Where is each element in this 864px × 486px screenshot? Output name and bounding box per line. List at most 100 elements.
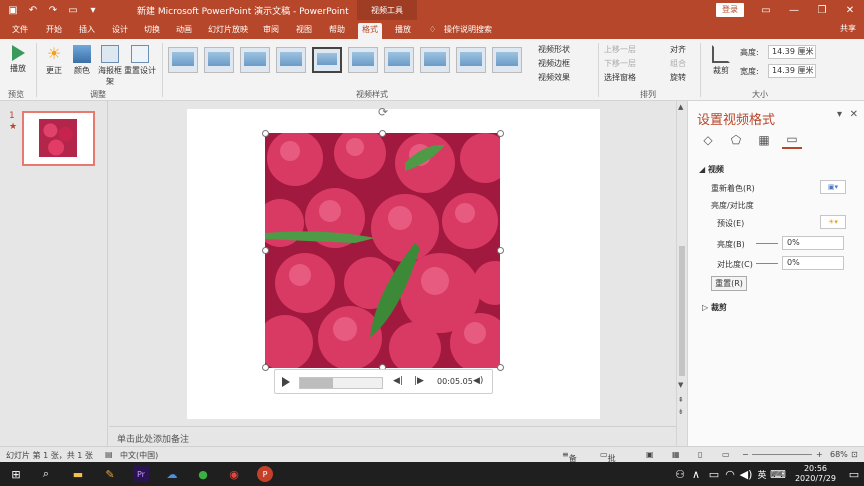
zoom-out-icon[interactable]: − [742,450,749,459]
video-style-thumb[interactable] [168,47,198,73]
tray-expand-icon[interactable]: ∧ [688,466,704,482]
resize-handle[interactable] [262,247,269,254]
brightness-slider[interactable] [756,243,778,244]
ime-indicator[interactable]: 英 [754,466,770,482]
paint-icon[interactable]: ✎ [102,466,118,482]
selection-pane-button[interactable]: 选择窗格 [604,72,636,83]
video-style-thumb[interactable] [384,47,414,73]
battery-icon[interactable]: ▭ [706,466,722,482]
video-style-thumb[interactable] [456,47,486,73]
scroll-down-icon[interactable]: ▼ [678,381,683,389]
contrast-input[interactable]: 0% [782,256,844,270]
vertical-scrollbar[interactable]: ▲ ▼ ⇞ ⇟ [676,101,686,446]
correct-button[interactable]: ☀ 更正 [42,45,66,76]
comments-toggle[interactable]: ▭ 批注 [600,450,616,474]
bring-forward-button[interactable]: 上移一层 [604,44,636,55]
customize-qat-icon[interactable]: ▾ [86,3,100,17]
video-shape-button[interactable]: 视频形状 [538,44,570,55]
close-icon[interactable]: ✕ [836,0,864,20]
zoom-slider[interactable] [752,454,812,455]
tab-view[interactable]: 视图 [292,23,316,39]
zoom-in-icon[interactable]: + [816,450,823,459]
resize-handle[interactable] [262,130,269,137]
green-app-icon[interactable]: ● [195,466,211,482]
powerpoint-taskbar-icon[interactable]: P [257,466,273,482]
slide-sorter-icon[interactable]: ▦ [672,450,680,459]
video-style-thumb[interactable] [204,47,234,73]
video-section-header[interactable]: ◢ 视频 [699,164,724,175]
ribbon-display-icon[interactable]: ▭ [752,0,780,20]
group-button[interactable]: 组合 [670,58,686,69]
video-style-thumb-selected[interactable] [312,47,342,73]
video-style-thumb[interactable] [240,47,270,73]
video-frame[interactable] [265,133,500,368]
notification-icon[interactable]: ▭ [846,466,862,482]
video-border-button[interactable]: 视频边框 [538,58,570,69]
send-backward-button[interactable]: 下移一层 [604,58,636,69]
notes-pane[interactable]: 单击此处添加备注 [109,426,676,446]
reset-design-button[interactable]: 重置设计 [124,45,156,76]
crop-section-header[interactable]: ▷ 裁剪 [702,302,727,313]
next-slide-icon[interactable]: ⇟ [678,408,684,416]
recolor-dropdown[interactable]: ▣▾ [820,180,846,194]
resize-handle[interactable] [379,130,386,137]
video-style-thumb[interactable] [492,47,522,73]
tab-transitions[interactable]: 切换 [140,23,164,39]
video-play-icon[interactable] [282,376,290,387]
tell-me-search[interactable]: 操作说明搜索 [440,23,496,39]
pane-options-icon[interactable]: ▾ [837,109,842,120]
resize-handle[interactable] [262,364,269,371]
ime-mode-icon[interactable]: ⌨ [770,466,786,482]
normal-view-icon[interactable]: ▣ [646,450,654,459]
maximize-icon[interactable]: ❐ [808,0,836,20]
chrome-icon[interactable]: ◉ [226,466,242,482]
zoom-level[interactable]: 68% [830,450,848,459]
resize-handle[interactable] [497,247,504,254]
poster-frame-button[interactable]: 海报框架 [96,45,124,87]
notes-toggle[interactable]: ≡ 备注 [562,450,577,474]
video-settings-icon[interactable]: ▭ [782,131,802,149]
people-icon[interactable]: ⚇ [672,466,688,482]
save-icon[interactable]: ▣ [6,3,20,17]
video-style-thumb[interactable] [276,47,306,73]
slideshow-view-icon[interactable]: ▭ [722,450,730,459]
scrollbar-thumb[interactable] [679,246,685,376]
tab-playback[interactable]: 播放 [391,23,415,39]
minimize-icon[interactable]: — [780,0,808,20]
brightness-input[interactable]: 0% [782,236,844,250]
reset-button[interactable]: 重置(R) [711,276,747,291]
login-button[interactable]: 登录 [716,3,744,17]
taskbar-clock[interactable]: 20:56 2020/7/29 [795,464,836,484]
video-style-thumb[interactable] [420,47,450,73]
windows-start-icon[interactable]: ⊞ [8,466,24,482]
file-explorer-icon[interactable]: ▬ [70,466,86,482]
tab-review[interactable]: 审阅 [259,23,283,39]
premiere-icon[interactable]: Pr [133,466,149,482]
taskbar-search-icon[interactable]: ⌕ [38,466,54,482]
skip-forward-icon[interactable]: |▶ [414,376,424,386]
present-icon[interactable]: ▭ [66,3,80,17]
tab-file[interactable]: 文件 [8,23,32,39]
width-input[interactable]: 14.39 厘米 [768,64,816,78]
tab-format[interactable]: 格式 [358,23,382,39]
resize-handle[interactable] [497,364,504,371]
align-button[interactable]: 对齐 [670,44,686,55]
tab-insert[interactable]: 插入 [75,23,99,39]
prev-slide-icon[interactable]: ⇞ [678,396,684,404]
video-style-thumb[interactable] [348,47,378,73]
share-button[interactable]: 共享 [840,23,856,34]
volume-tray-icon[interactable]: ◀) [738,466,754,482]
undo-icon[interactable]: ↶ [26,3,40,17]
network-icon[interactable]: ◠ [722,466,738,482]
resize-handle[interactable] [497,130,504,137]
tab-help[interactable]: 帮助 [325,23,349,39]
tab-slideshow[interactable]: 幻灯片放映 [204,23,252,39]
skip-back-icon[interactable]: ◀| [393,376,403,386]
tab-design[interactable]: 设计 [108,23,132,39]
color-button[interactable]: 颜色 [70,45,94,76]
effects-icon[interactable]: ⬠ [726,131,746,149]
size-properties-icon[interactable]: ▦ [754,131,774,149]
contrast-slider[interactable] [756,263,778,264]
rotate-handle-icon[interactable]: ⟳ [378,105,388,119]
slide-thumbnail[interactable] [22,111,95,166]
